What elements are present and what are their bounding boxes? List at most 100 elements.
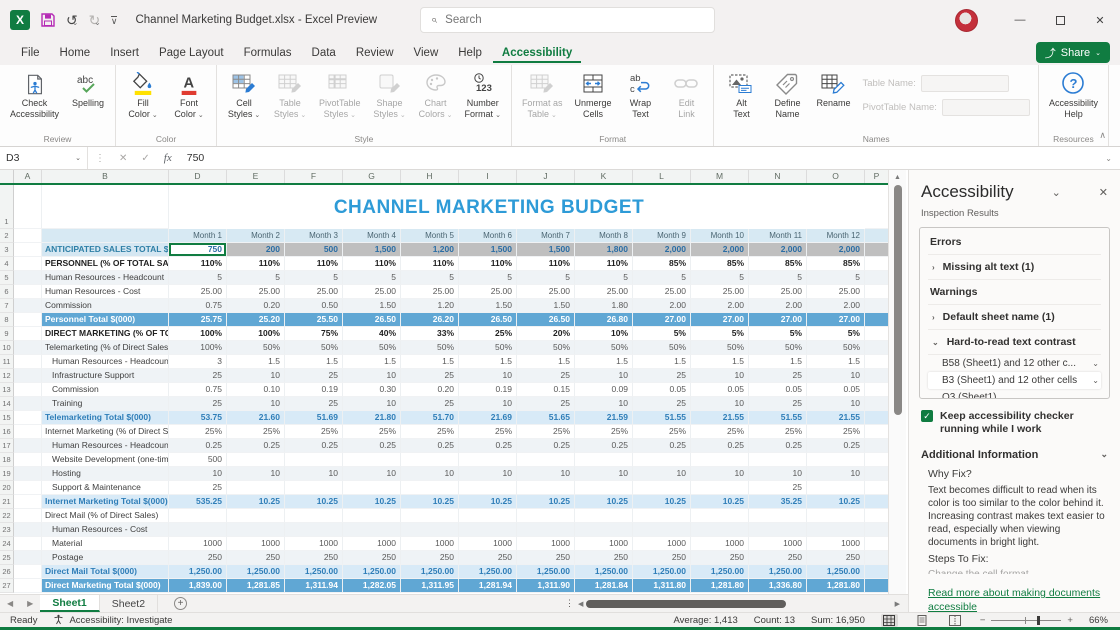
row-header-22[interactable]: 22	[0, 509, 14, 523]
cell[interactable]: 0.25	[749, 439, 807, 453]
cell[interactable]: 0.05	[749, 383, 807, 397]
cell[interactable]	[343, 453, 401, 467]
cell[interactable]: 110%	[169, 257, 227, 271]
cell[interactable]: 51.55	[749, 411, 807, 425]
cell[interactable]: 1000	[749, 537, 807, 551]
cell[interactable]: 1,500	[459, 243, 517, 257]
cell[interactable]: 10	[575, 467, 633, 481]
cell[interactable]: 1.20	[401, 299, 459, 313]
cell[interactable]: 25	[285, 397, 343, 411]
cell[interactable]: 1,250.00	[807, 565, 865, 579]
cell[interactable]	[575, 523, 633, 537]
cell[interactable]: 0.25	[633, 439, 691, 453]
cell[interactable]	[807, 481, 865, 495]
cell[interactable]: 10.25	[459, 495, 517, 509]
row-header-10[interactable]: 10	[0, 341, 14, 355]
cell[interactable]: 0.25	[691, 439, 749, 453]
cell[interactable]	[14, 481, 42, 495]
cell[interactable]: 10.25	[633, 495, 691, 509]
issue-cell-b58-sheet1-and-12-other-c[interactable]: B58 (Sheet1) and 12 other c...⌄	[928, 355, 1101, 372]
rename-button[interactable]: Rename	[810, 69, 856, 112]
cell[interactable]: 0.25	[807, 439, 865, 453]
cell[interactable]: 10.25	[343, 495, 401, 509]
row-header-4[interactable]: 4	[0, 257, 14, 271]
cell[interactable]: 25.00	[401, 285, 459, 299]
cell[interactable]	[343, 523, 401, 537]
cell[interactable]: 25.75	[169, 313, 227, 327]
cell[interactable]: 25	[169, 481, 227, 495]
sheet-tab-sheet1[interactable]: Sheet1	[40, 595, 99, 612]
cell[interactable]: 85%	[749, 257, 807, 271]
cell[interactable]: 10.25	[691, 495, 749, 509]
name-box-dropdown-icon[interactable]: ⌄	[75, 154, 81, 162]
cell[interactable]: 250	[749, 551, 807, 565]
cell[interactable]: 1,500	[517, 243, 575, 257]
cell[interactable]: 0.25	[285, 439, 343, 453]
cell-month-6[interactable]: Month 6	[459, 229, 517, 243]
cell[interactable]: 0.30	[343, 383, 401, 397]
cell[interactable]: 0.75	[169, 383, 227, 397]
cell[interactable]: 21.69	[459, 411, 517, 425]
active-cell-d3[interactable]: 750	[169, 243, 227, 257]
row-header-9[interactable]: 9	[0, 327, 14, 341]
tab-home[interactable]: Home	[51, 43, 100, 63]
cell[interactable]: 10%	[575, 327, 633, 341]
cell[interactable]: 5	[691, 271, 749, 285]
cell[interactable]: 1,281.80	[691, 579, 749, 593]
cell[interactable]	[14, 271, 42, 285]
cell[interactable]	[14, 341, 42, 355]
cell[interactable]: 50%	[807, 341, 865, 355]
cell[interactable]: 10	[517, 467, 575, 481]
chevron-down-icon[interactable]: ⌄	[932, 338, 939, 347]
cell[interactable]: 5	[459, 271, 517, 285]
cell[interactable]	[14, 299, 42, 313]
cell[interactable]: 0.25	[575, 439, 633, 453]
cell-label[interactable]: Support & Maintenance	[42, 481, 169, 495]
cell[interactable]: 35.25	[749, 495, 807, 509]
cell[interactable]: 10.25	[807, 495, 865, 509]
cell[interactable]: 25%	[227, 425, 285, 439]
cell[interactable]: 25.50	[285, 313, 343, 327]
cell[interactable]: 0.19	[459, 383, 517, 397]
cell[interactable]	[14, 509, 42, 523]
cell[interactable]	[227, 453, 285, 467]
expand-formula-bar-icon[interactable]: ⌄	[1105, 154, 1112, 163]
cell[interactable]	[14, 495, 42, 509]
cell[interactable]: 2.00	[691, 299, 749, 313]
column-header-n[interactable]: N	[749, 170, 807, 183]
cell-month-2[interactable]: Month 2	[227, 229, 285, 243]
cell[interactable]: 2.00	[633, 299, 691, 313]
cell[interactable]: 1000	[401, 537, 459, 551]
cell[interactable]: 25.00	[749, 285, 807, 299]
column-header-j[interactable]: J	[517, 170, 575, 183]
status-sum[interactable]: Sum: 16,950	[811, 615, 865, 626]
cell[interactable]: 110%	[227, 257, 285, 271]
cell[interactable]: 110%	[401, 257, 459, 271]
page-layout-view-icon[interactable]	[914, 614, 931, 627]
cell-label[interactable]: Internet Marketing Total $(000)	[42, 495, 169, 509]
cell[interactable]: 1.5	[807, 355, 865, 369]
cell[interactable]: 25%	[749, 425, 807, 439]
cell[interactable]: 10	[401, 467, 459, 481]
cell[interactable]: 10	[807, 369, 865, 383]
cell[interactable]: 25.00	[459, 285, 517, 299]
share-button[interactable]: ⤴ Share ⌄	[1036, 42, 1110, 63]
cell[interactable]: 1,250.00	[401, 565, 459, 579]
additional-information-header[interactable]: Additional Information ⌄	[909, 440, 1120, 464]
cell-month-12[interactable]: Month 12	[807, 229, 865, 243]
cell[interactable]: 250	[575, 551, 633, 565]
row-header-8[interactable]: 8	[0, 313, 14, 327]
cell-month-10[interactable]: Month 10	[691, 229, 749, 243]
tab-page-layout[interactable]: Page Layout	[150, 43, 233, 63]
cell[interactable]	[691, 523, 749, 537]
save-button[interactable]	[40, 12, 56, 28]
cell[interactable]: 250	[633, 551, 691, 565]
cell[interactable]	[517, 453, 575, 467]
cell[interactable]: 0.19	[285, 383, 343, 397]
cell[interactable]: 2.00	[807, 299, 865, 313]
cell[interactable]: 10	[807, 397, 865, 411]
vertical-scroll-thumb[interactable]	[894, 185, 902, 415]
tab-bar-splitter[interactable]: ⋮	[561, 598, 578, 609]
formula-options-icon[interactable]: ⋮	[88, 153, 112, 164]
cell[interactable]: 535.25	[169, 495, 227, 509]
